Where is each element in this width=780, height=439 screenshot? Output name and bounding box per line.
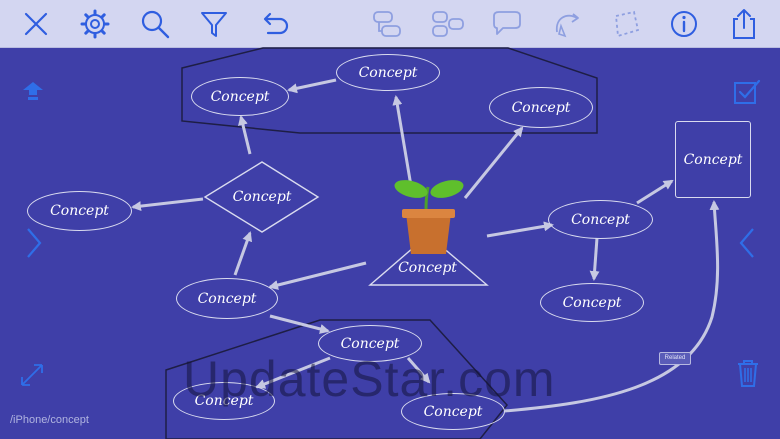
trash-icon[interactable] bbox=[735, 357, 761, 389]
concept-node-right[interactable]: Concept bbox=[548, 200, 653, 239]
gear-icon[interactable] bbox=[77, 6, 113, 42]
concept-node-right-bottom[interactable]: Concept bbox=[540, 283, 644, 322]
concept-node-center[interactable]: Concept bbox=[380, 255, 475, 281]
link-center-lowerleft bbox=[268, 261, 367, 290]
close-icon[interactable] bbox=[18, 6, 54, 42]
concept-node-bottom-left[interactable]: Concept bbox=[173, 382, 275, 420]
concept-node-top-center[interactable]: Concept bbox=[336, 54, 440, 91]
add-child-node-icon[interactable] bbox=[370, 6, 406, 42]
left-panel-chevron-icon[interactable] bbox=[24, 226, 44, 260]
concept-node-far-right[interactable]: Concept bbox=[675, 121, 751, 198]
link-bottomtop-bottomright bbox=[406, 357, 431, 384]
undo-icon[interactable] bbox=[256, 6, 292, 42]
checklist-icon[interactable] bbox=[732, 77, 762, 107]
filter-icon[interactable] bbox=[196, 6, 232, 42]
link-right-rightbottom bbox=[589, 237, 600, 281]
concept-node-top-left[interactable]: Concept bbox=[191, 77, 289, 116]
search-icon[interactable] bbox=[137, 6, 173, 42]
concept-node-bottom-top[interactable]: Concept bbox=[318, 325, 422, 362]
right-panel-chevron-icon[interactable] bbox=[737, 226, 757, 260]
toolbar bbox=[0, 0, 780, 48]
link-center-topright bbox=[463, 126, 524, 199]
relation-label[interactable]: Related bbox=[659, 352, 691, 365]
link-diamond-topleft bbox=[238, 115, 252, 155]
link-bottomtop-bottomleft bbox=[255, 356, 331, 389]
concept-node-bottom-right[interactable]: Concept bbox=[401, 393, 505, 430]
link-center-right bbox=[486, 221, 554, 238]
concept-node-top-right[interactable]: Concept bbox=[489, 87, 593, 128]
link-center-topcenter bbox=[392, 95, 413, 187]
info-icon[interactable] bbox=[666, 6, 702, 42]
outline-icon[interactable] bbox=[20, 79, 46, 105]
connections-layer bbox=[131, 47, 720, 439]
add-sibling-node-icon[interactable] bbox=[430, 6, 466, 42]
link-lowerleft-diamond bbox=[233, 231, 253, 276]
link-lowerleft-bottomtop bbox=[269, 314, 330, 334]
callout-icon[interactable] bbox=[489, 6, 525, 42]
concept-node-left[interactable]: Concept bbox=[27, 191, 132, 231]
mind-map-canvas[interactable]: Concept Concept Concept Concept Concept … bbox=[0, 47, 780, 439]
plant-icon bbox=[394, 180, 464, 254]
relation-icon[interactable] bbox=[549, 6, 585, 42]
boundary-icon[interactable] bbox=[608, 6, 644, 42]
document-path: /iPhone/concept bbox=[10, 414, 89, 426]
link-right-farright bbox=[636, 179, 674, 205]
fullscreen-icon[interactable] bbox=[19, 362, 45, 388]
concept-node-diamond[interactable]: Concept bbox=[210, 183, 314, 211]
link-topcenter-topleft bbox=[287, 78, 337, 94]
link-diamond-left bbox=[131, 197, 204, 212]
share-icon[interactable] bbox=[726, 6, 762, 42]
concept-node-lower-left[interactable]: Concept bbox=[176, 278, 278, 319]
